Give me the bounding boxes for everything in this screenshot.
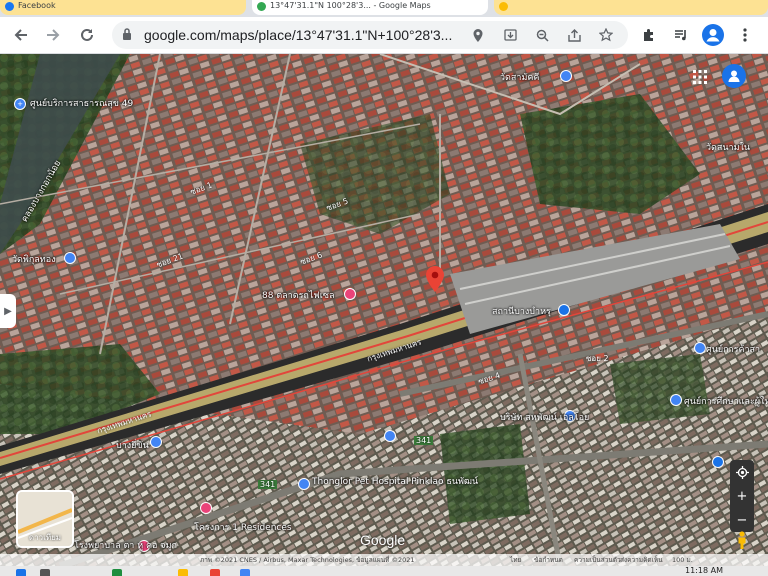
tab-title: Facebook <box>18 1 56 10</box>
address-bar[interactable]: google.com/maps/place/13°47'31.1"N+100°2… <box>112 21 628 49</box>
label-temple-right[interactable]: วัดสนามใน <box>706 140 750 154</box>
location-icon[interactable] <box>468 25 488 45</box>
poi-health-icon[interactable]: + <box>14 98 26 110</box>
street-view-pegman[interactable] <box>732 528 752 552</box>
label-health-center[interactable]: ศูนย์บริการสาธารณสุข 49 <box>30 96 133 110</box>
map-controls: + − <box>730 460 754 532</box>
profile-icon <box>702 24 724 46</box>
url-text[interactable]: google.com/maps/place/13°47'31.1"N+100°2… <box>144 27 452 43</box>
profile-button[interactable] <box>700 22 726 48</box>
tab-other[interactable] <box>494 0 768 15</box>
my-location-icon <box>735 465 749 479</box>
forward-button[interactable] <box>40 22 66 48</box>
label-station[interactable]: สถานีบางบำหรุ <box>492 304 551 318</box>
google-logo: Google <box>360 532 406 548</box>
attribution-bar: ภาพ ©2021 CNES / Airbus, Maxar Technolog… <box>0 554 768 566</box>
folder-icon[interactable] <box>178 569 188 576</box>
extensions-button[interactable] <box>636 22 662 48</box>
app-icon[interactable] <box>240 569 250 576</box>
plus-icon: + <box>736 488 748 504</box>
browser-menu-button[interactable] <box>732 22 758 48</box>
country-label: ไทย <box>510 556 522 564</box>
label-shop-88[interactable]: 88 ตลาดรถไฟเซล <box>262 288 334 302</box>
media-icon <box>675 30 686 41</box>
poi-bus-icon[interactable] <box>712 456 724 468</box>
label-office[interactable]: ศูนย์การศึกษาและผู้ใหญ่ <box>684 394 768 408</box>
poi-shop-icon[interactable] <box>344 288 356 300</box>
tab-facebook[interactable]: Facebook <box>0 0 246 15</box>
chrome-icon[interactable] <box>210 569 220 576</box>
feedback-link[interactable]: ส่งความคิดเห็น <box>620 554 663 566</box>
location-pin-icon[interactable] <box>426 266 444 292</box>
poi-hospital-icon[interactable] <box>298 478 310 490</box>
poi-bank-icon[interactable] <box>150 436 162 448</box>
zoom-icon[interactable] <box>532 25 552 45</box>
terms-link[interactable]: ข้อกำหนด <box>534 554 563 566</box>
label-company[interactable]: บริษัท สหพัฒน์ เอลโอย <box>500 410 589 424</box>
side-panel-toggle[interactable]: ▶ <box>0 294 16 328</box>
minus-icon: − <box>736 512 748 528</box>
share-icon[interactable] <box>564 25 584 45</box>
poi-residence-icon[interactable] <box>200 502 212 514</box>
pegman-icon <box>738 531 746 549</box>
menu-icon <box>743 28 747 42</box>
back-icon <box>14 29 27 41</box>
account-avatar[interactable] <box>722 64 746 88</box>
label-temple-top[interactable]: วัดสามัคคี <box>500 70 539 84</box>
satellite-imagery[interactable] <box>0 54 768 566</box>
label-bangyi[interactable]: บางยี่ขัน <box>116 438 149 452</box>
road-label-soi-2: ซอย 2 <box>586 354 609 363</box>
tab-favicon-icon <box>499 2 508 11</box>
browser-toolbar: google.com/maps/place/13°47'31.1"N+100°2… <box>0 17 768 54</box>
account-icon <box>728 70 740 82</box>
label-pet-hospital[interactable]: Thonglor Pet Hospital Pinklao ธนพัฒน์ <box>312 474 478 488</box>
scale-label[interactable]: 100 ม. <box>672 554 693 566</box>
imagery-attribution: ภาพ ©2021 CNES / Airbus, Maxar Technolog… <box>200 556 415 564</box>
lock-icon[interactable] <box>122 28 132 41</box>
poi-temple-icon[interactable] <box>64 252 76 264</box>
poi-center-icon[interactable] <box>694 342 706 354</box>
extensions-icon <box>644 29 653 41</box>
privacy-link[interactable]: ความเป็นส่วนตัว <box>574 554 621 566</box>
road-shield-341-b: 341 <box>258 480 278 489</box>
google-apps-button[interactable] <box>690 67 710 87</box>
taskbar-clock[interactable]: 11:18 AM <box>685 566 723 575</box>
label-residences[interactable]: โครงการ 1 Residences <box>194 520 292 534</box>
install-icon[interactable] <box>500 25 520 45</box>
label-ent-hospital[interactable]: โรงพยาบาล ตา หู คอ จมูก <box>74 538 177 552</box>
road-shield-341: 341 <box>414 436 434 445</box>
poi-station-icon[interactable] <box>558 304 570 316</box>
tab-strip: Facebook 13°47'31.1"N 100°28'3... - Goog… <box>0 0 768 17</box>
poi-office-icon[interactable] <box>670 394 682 406</box>
reload-button[interactable] <box>74 22 100 48</box>
media-button[interactable] <box>668 22 694 48</box>
app-icon[interactable] <box>112 569 122 576</box>
facebook-icon <box>5 2 14 11</box>
search-icon[interactable] <box>40 569 50 576</box>
chevron-right-icon: ▶ <box>4 305 12 317</box>
tab-google-maps[interactable]: 13°47'31.1"N 100°28'3... - Google Maps <box>252 0 488 15</box>
forward-icon <box>47 29 60 41</box>
os-taskbar: 11:18 AM <box>0 566 768 576</box>
windows-start-icon[interactable] <box>16 569 26 576</box>
layers-switcher[interactable]: ดาวเทียม <box>16 490 74 548</box>
label-community-right[interactable]: ศูนย์การค้าสา <box>706 342 760 356</box>
reload-icon <box>81 28 93 41</box>
back-button[interactable] <box>8 22 34 48</box>
poi-temple-icon[interactable] <box>560 70 572 82</box>
apps-grid-icon <box>693 70 707 84</box>
map-canvas[interactable]: + ศูนย์บริการสาธารณสุข 49 วัดสามัคคี วัด… <box>0 54 768 566</box>
tab-title: 13°47'31.1"N 100°28'3... - Google Maps <box>270 1 431 10</box>
poi-transit-icon[interactable] <box>384 430 396 442</box>
label-temple-left[interactable]: วัดพิกุลทอง <box>12 252 56 266</box>
maps-icon <box>257 2 266 11</box>
star-icon[interactable] <box>596 25 616 45</box>
my-location-button[interactable] <box>730 460 754 484</box>
zoom-in-button[interactable]: + <box>730 484 754 508</box>
layers-label: ดาวเทียม <box>28 533 62 542</box>
